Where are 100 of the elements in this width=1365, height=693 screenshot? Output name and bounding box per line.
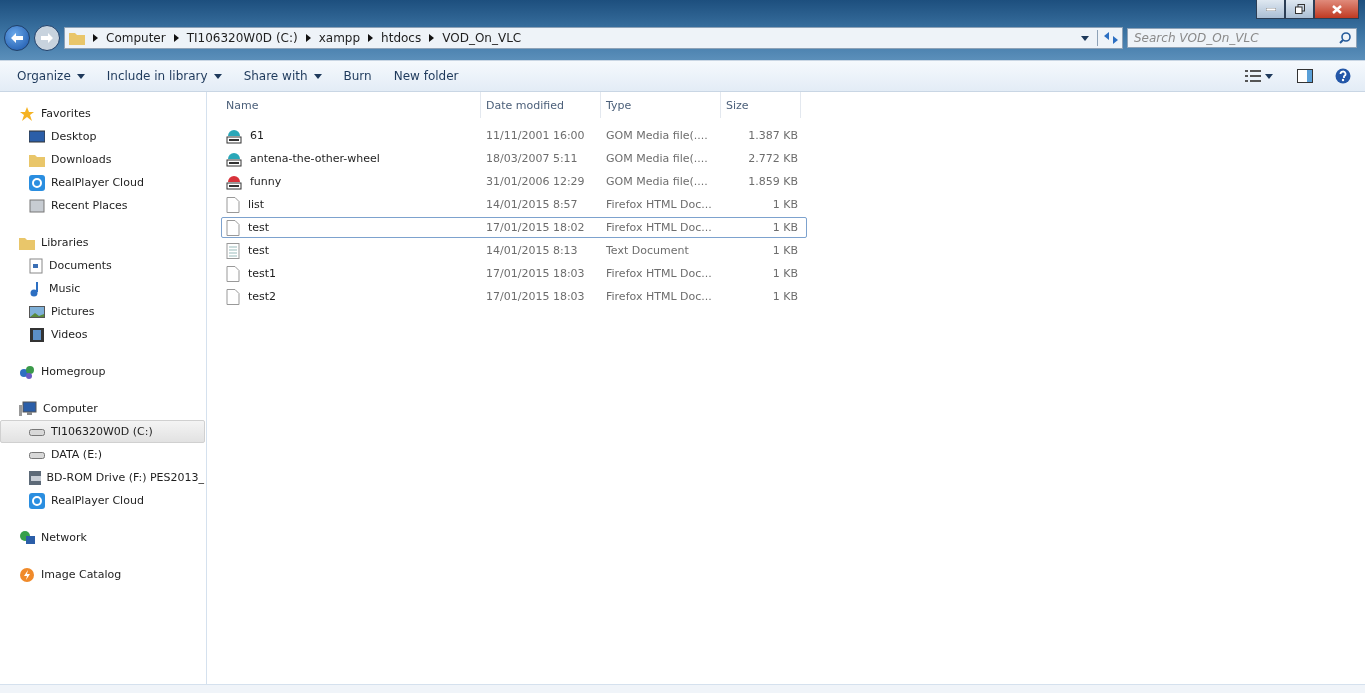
column-header[interactable]: Name — [221, 92, 481, 118]
toolbar-button[interactable]: Burn — [334, 65, 381, 87]
chevron-icon — [368, 34, 374, 42]
caret-icon — [1081, 35, 1089, 41]
chevron-icon — [305, 34, 311, 42]
media-file-icon — [226, 150, 242, 167]
breadcrumb-item[interactable]: xampp — [318, 31, 361, 45]
type-cell-text: Text Document — [605, 244, 690, 257]
computer-icon — [19, 400, 37, 417]
nav-item[interactable]: TI106320W0D (C:) — [0, 420, 205, 443]
nav-section[interactable]: Network — [0, 526, 205, 549]
date-cell-text: 11/11/2001 16:00 — [485, 129, 586, 142]
size-cell-text: 1 KB — [771, 290, 799, 303]
column-header[interactable]: Type — [601, 92, 721, 118]
nav-label: Videos — [51, 328, 88, 341]
chevron-icon — [173, 34, 179, 42]
breadcrumb-item[interactable]: htdocs — [381, 31, 422, 45]
nav-item[interactable]: RealPlayer Cloud — [0, 489, 205, 512]
file-row[interactable]: funny 31/01/2006 12:29 GOM Media file(.... 1.859 KB — [221, 171, 807, 192]
nav-label: TI106320W0D (C:) — [51, 425, 153, 438]
file-row[interactable]: test 17/01/2015 18:02 Firefox HTML Doc... 1 KB — [221, 217, 807, 238]
drive-icon — [29, 428, 45, 436]
nav-item[interactable]: Downloads — [0, 148, 205, 171]
chevron-icon — [429, 34, 435, 42]
toolbar-button[interactable]: Organize — [8, 65, 94, 87]
restore-button[interactable] — [1285, 0, 1314, 19]
file-name: test — [247, 221, 271, 234]
preview-pane-icon[interactable] — [1297, 69, 1313, 83]
close-icon — [1331, 4, 1342, 14]
nav-label: RealPlayer Cloud — [51, 494, 144, 507]
size-cell-text: 1.387 KB — [747, 129, 799, 142]
nav-section[interactable]: Libraries — [0, 231, 205, 254]
star-icon — [19, 105, 35, 122]
nav-section[interactable]: Computer — [0, 397, 205, 420]
toolbar-button[interactable]: Include in library — [97, 65, 231, 87]
nav-item[interactable]: Documents — [0, 254, 205, 277]
breadcrumb-item[interactable]: Computer — [106, 31, 166, 45]
breadcrumb-item[interactable]: VOD_On_VLC — [442, 31, 522, 45]
date-cell-text: 14/01/2015 8:57 — [485, 198, 579, 211]
date-cell-text: 17/01/2015 18:03 — [485, 290, 586, 303]
search-field[interactable]: Search VOD_On_VLC — [1127, 28, 1357, 48]
nav-section[interactable]: Image Catalog — [0, 563, 205, 586]
toolbar-button[interactable]: Share with — [234, 65, 331, 87]
nav-item[interactable]: Recent Places — [0, 194, 205, 217]
date-cell-text: 31/01/2006 12:29 — [485, 175, 586, 188]
nav-item[interactable]: Music — [0, 277, 205, 300]
nav-label: Favorites — [41, 107, 91, 120]
file-row[interactable]: test2 17/01/2015 18:03 Firefox HTML Doc... 1 KB — [221, 286, 807, 307]
close-button[interactable] — [1314, 0, 1359, 19]
homegroup-icon — [19, 363, 35, 380]
nav-label: Documents — [49, 259, 112, 272]
type-cell-text: GOM Media file(.... — [605, 129, 709, 142]
back-button[interactable] — [4, 25, 30, 51]
size-cell-text: 1.859 KB — [747, 175, 799, 188]
file-row[interactable]: antena-the-other-wheel 18/03/2007 5:11 GOM Media file(.... 2.772 KB — [221, 148, 807, 169]
file-name: test1 — [247, 267, 278, 280]
column-header[interactable]: Size — [721, 92, 801, 118]
size-cell-text: 2.772 KB — [747, 152, 799, 165]
date-cell-text: 17/01/2015 18:02 — [485, 221, 586, 234]
file-row[interactable]: 61 11/11/2001 16:00 GOM Media file(.... 1.387 KB — [221, 125, 807, 146]
nav-item[interactable]: Pictures — [0, 300, 205, 323]
file-row[interactable]: list 14/01/2015 8:57 Firefox HTML Doc... 1 KB — [221, 194, 807, 215]
nav-section[interactable]: Favorites — [0, 102, 205, 125]
nav-section[interactable]: Homegroup — [0, 360, 205, 383]
view-options-icon[interactable] — [1245, 70, 1261, 82]
file-name: test — [247, 244, 271, 257]
nav-item[interactable]: DATA (E:) — [0, 443, 205, 466]
nav-item[interactable]: RealPlayer Cloud — [0, 171, 205, 194]
file-row[interactable]: test 14/01/2015 8:13 Text Document 1 KB — [221, 240, 807, 261]
cloud-icon — [29, 492, 45, 509]
file-icon — [226, 265, 240, 282]
help-icon[interactable] — [1335, 68, 1351, 84]
nav-item[interactable]: Desktop — [0, 125, 205, 148]
file-icon — [226, 219, 240, 236]
nav-label: Network — [41, 531, 87, 544]
breadcrumb-item[interactable]: TI106320W0D (C:) — [186, 31, 298, 45]
folder-icon — [29, 152, 45, 167]
nav-item[interactable]: BD-ROM Drive (F:) PES2013_ — [0, 466, 205, 489]
size-cell-text: 1 KB — [771, 267, 799, 280]
nav-label: BD-ROM Drive (F:) PES2013_ — [46, 471, 204, 484]
type-cell-text: Firefox HTML Doc... — [605, 267, 713, 280]
toolbar-button[interactable]: New folder — [384, 65, 468, 87]
nav-item[interactable]: Videos — [0, 323, 205, 346]
date-cell-text: 18/03/2007 5:11 — [485, 152, 579, 165]
column-header[interactable]: Date modified — [481, 92, 601, 118]
nav-label: Recent Places — [51, 199, 128, 212]
file-icon — [226, 196, 240, 213]
lightning-icon — [19, 566, 35, 583]
size-cell-text: 1 KB — [771, 198, 799, 211]
type-cell-text: GOM Media file(.... — [605, 175, 709, 188]
forward-button[interactable] — [34, 25, 60, 51]
size-cell-text: 1 KB — [771, 221, 799, 234]
file-row[interactable]: test1 17/01/2015 18:03 Firefox HTML Doc... 1 KB — [221, 263, 807, 284]
file-name: antena-the-other-wheel — [249, 152, 381, 165]
nav-label: DATA (E:) — [51, 448, 103, 461]
drive-icon — [29, 451, 45, 459]
type-cell-text: Firefox HTML Doc... — [605, 221, 713, 234]
address-bar[interactable]: Computer TI106320W0D (C:) xampp htdocs VOD_On_VLC — [64, 27, 1123, 49]
folder-icon — [19, 235, 35, 250]
minimize-button[interactable] — [1256, 0, 1285, 19]
